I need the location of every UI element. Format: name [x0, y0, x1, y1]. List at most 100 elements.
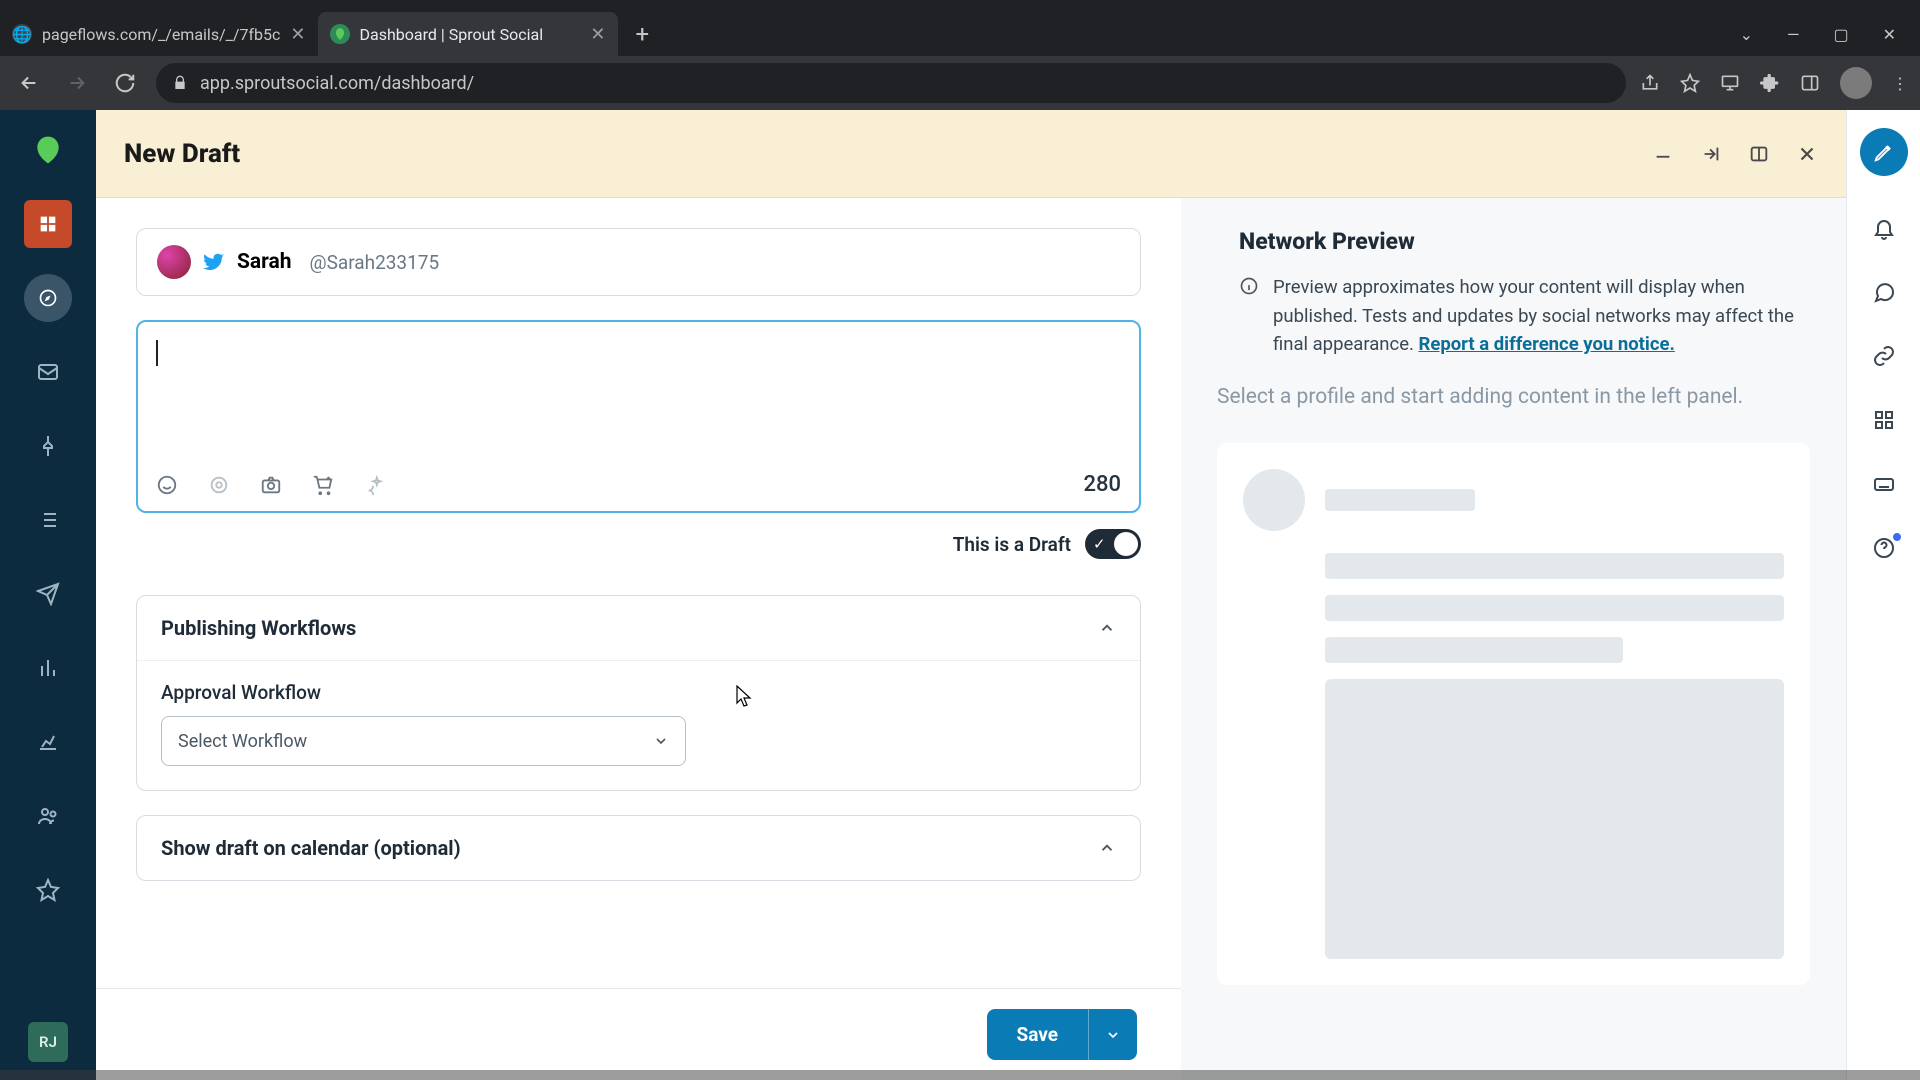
help-icon[interactable]	[1872, 536, 1896, 560]
skeleton-image	[1325, 679, 1784, 959]
nav-item-compass[interactable]	[24, 274, 72, 322]
user-badge[interactable]: RJ	[28, 1022, 68, 1062]
save-dropdown-button[interactable]	[1088, 1009, 1137, 1060]
nav-item-people[interactable]	[24, 792, 72, 840]
keyboard-icon[interactable]	[1872, 472, 1896, 496]
compose-footer: Save	[96, 988, 1181, 1080]
star-icon[interactable]	[1680, 73, 1700, 93]
chevron-up-icon	[1098, 839, 1116, 857]
chevron-down-icon	[653, 733, 669, 749]
section-title: Show draft on calendar (optional)	[161, 836, 461, 860]
draft-toggle-label: This is a Draft	[953, 533, 1071, 556]
camera-icon[interactable]	[260, 474, 282, 496]
browser-tab-inactive[interactable]: 🌐 pageflows.com/_/emails/_/7fb5c ✕	[0, 12, 318, 56]
cart-icon[interactable]	[312, 474, 334, 496]
publishing-workflows-section: Publishing Workflows Approval Workflow S…	[136, 595, 1141, 791]
preview-skeleton	[1217, 443, 1810, 985]
network-preview-panel: Network Preview Preview approximates how…	[1181, 198, 1846, 1080]
link-icon[interactable]	[1872, 344, 1896, 368]
minimize-compose-icon[interactable]	[1652, 143, 1674, 165]
composer-box: 280	[136, 320, 1141, 513]
skeleton-line	[1325, 489, 1475, 511]
desktop-icon[interactable]	[1720, 73, 1740, 93]
target-icon[interactable]	[208, 474, 230, 496]
right-utility-rail	[1846, 110, 1920, 1080]
tab-title: pageflows.com/_/emails/_/7fb5c	[42, 25, 280, 44]
compose-left-panel: Sarah @Sarah233175 280	[96, 198, 1181, 1080]
skeleton-line	[1325, 553, 1784, 579]
report-difference-link[interactable]: Report a difference you notice.	[1418, 333, 1674, 355]
compose-header: New Draft	[96, 110, 1846, 198]
browser-tab-active[interactable]: Dashboard | Sprout Social ✕	[318, 12, 618, 56]
browser-toolbar: app.sproutsocial.com/dashboard/ ⋮	[0, 56, 1920, 110]
section-header[interactable]: Publishing Workflows	[137, 596, 1140, 660]
composer-textarea[interactable]	[138, 322, 1139, 462]
emoji-icon[interactable]	[156, 474, 178, 496]
window-controls: ⌄ — ▢ ✕	[1740, 12, 1920, 56]
profile-name: Sarah	[237, 250, 292, 274]
menu-icon[interactable]: ⋮	[1892, 74, 1908, 93]
maximize-icon[interactable]: ▢	[1833, 25, 1848, 44]
forward-button[interactable]	[60, 66, 94, 100]
compose-fab[interactable]	[1860, 128, 1908, 176]
share-icon[interactable]	[1640, 73, 1660, 93]
extensions-icon[interactable]	[1760, 73, 1780, 93]
chevron-down-icon[interactable]: ⌄	[1740, 25, 1753, 44]
check-icon: ✓	[1093, 535, 1106, 553]
profile-handle: @Sarah233175	[310, 251, 440, 274]
back-button[interactable]	[12, 66, 46, 100]
char-count: 280	[1083, 472, 1121, 497]
nav-item-list[interactable]	[24, 496, 72, 544]
skeleton-line	[1325, 595, 1784, 621]
reload-button[interactable]	[108, 66, 142, 100]
profile-avatar	[157, 245, 191, 279]
sprout-logo[interactable]	[24, 126, 72, 174]
close-icon[interactable]	[1796, 143, 1818, 165]
approval-workflow-label: Approval Workflow	[161, 681, 1116, 704]
skeleton-avatar	[1243, 469, 1305, 531]
os-taskbar-hint	[0, 1070, 1920, 1080]
close-icon[interactable]: ✕	[590, 24, 605, 45]
collapse-right-icon[interactable]	[1700, 143, 1722, 165]
text-cursor	[156, 340, 158, 366]
nav-item-analytics[interactable]	[24, 644, 72, 692]
nav-item-dashboard[interactable]	[24, 200, 72, 248]
nav-item-send[interactable]	[24, 570, 72, 618]
favicon-icon: 🌐	[12, 24, 32, 44]
notifications-icon[interactable]	[1872, 216, 1896, 240]
new-tab-button[interactable]: +	[618, 12, 668, 56]
url-text: app.sproutsocial.com/dashboard/	[200, 73, 474, 94]
minimize-icon[interactable]: —	[1787, 25, 1800, 44]
browser-tab-strip: 🌐 pageflows.com/_/emails/_/7fb5c ✕ Dashb…	[0, 0, 1920, 56]
panels-icon[interactable]	[1748, 143, 1770, 165]
select-placeholder: Select Workflow	[178, 731, 307, 752]
info-icon	[1239, 276, 1259, 359]
preview-placeholder: Select a profile and start adding conten…	[1217, 381, 1810, 415]
sidepanel-icon[interactable]	[1800, 73, 1820, 93]
lock-icon	[172, 75, 188, 91]
section-title: Publishing Workflows	[161, 616, 356, 640]
skeleton-line	[1325, 637, 1623, 663]
page-title: New Draft	[124, 139, 240, 169]
favicon-icon	[330, 24, 350, 44]
section-header[interactable]: Show draft on calendar (optional)	[137, 816, 1140, 880]
draft-toggle[interactable]: ✓	[1085, 529, 1141, 559]
close-window-icon[interactable]: ✕	[1883, 25, 1896, 44]
preview-info-text: Preview approximates how your content wi…	[1273, 273, 1810, 359]
nav-item-inbox[interactable]	[24, 348, 72, 396]
profile-selector[interactable]: Sarah @Sarah233175	[136, 228, 1141, 296]
workflow-select[interactable]: Select Workflow	[161, 716, 686, 766]
save-button[interactable]: Save	[987, 1009, 1089, 1060]
nav-item-star[interactable]	[24, 866, 72, 914]
nav-item-reports[interactable]	[24, 718, 72, 766]
profile-avatar[interactable]	[1840, 67, 1872, 99]
tab-title: Dashboard | Sprout Social	[360, 25, 581, 44]
grid-icon[interactable]	[1872, 408, 1896, 432]
twitter-icon	[203, 251, 225, 273]
nav-item-pin[interactable]	[24, 422, 72, 470]
chat-icon[interactable]	[1872, 280, 1896, 304]
address-bar[interactable]: app.sproutsocial.com/dashboard/	[156, 63, 1626, 103]
sparkle-icon[interactable]	[364, 474, 386, 496]
left-nav-rail: RJ	[0, 110, 96, 1080]
close-icon[interactable]: ✕	[290, 24, 305, 45]
